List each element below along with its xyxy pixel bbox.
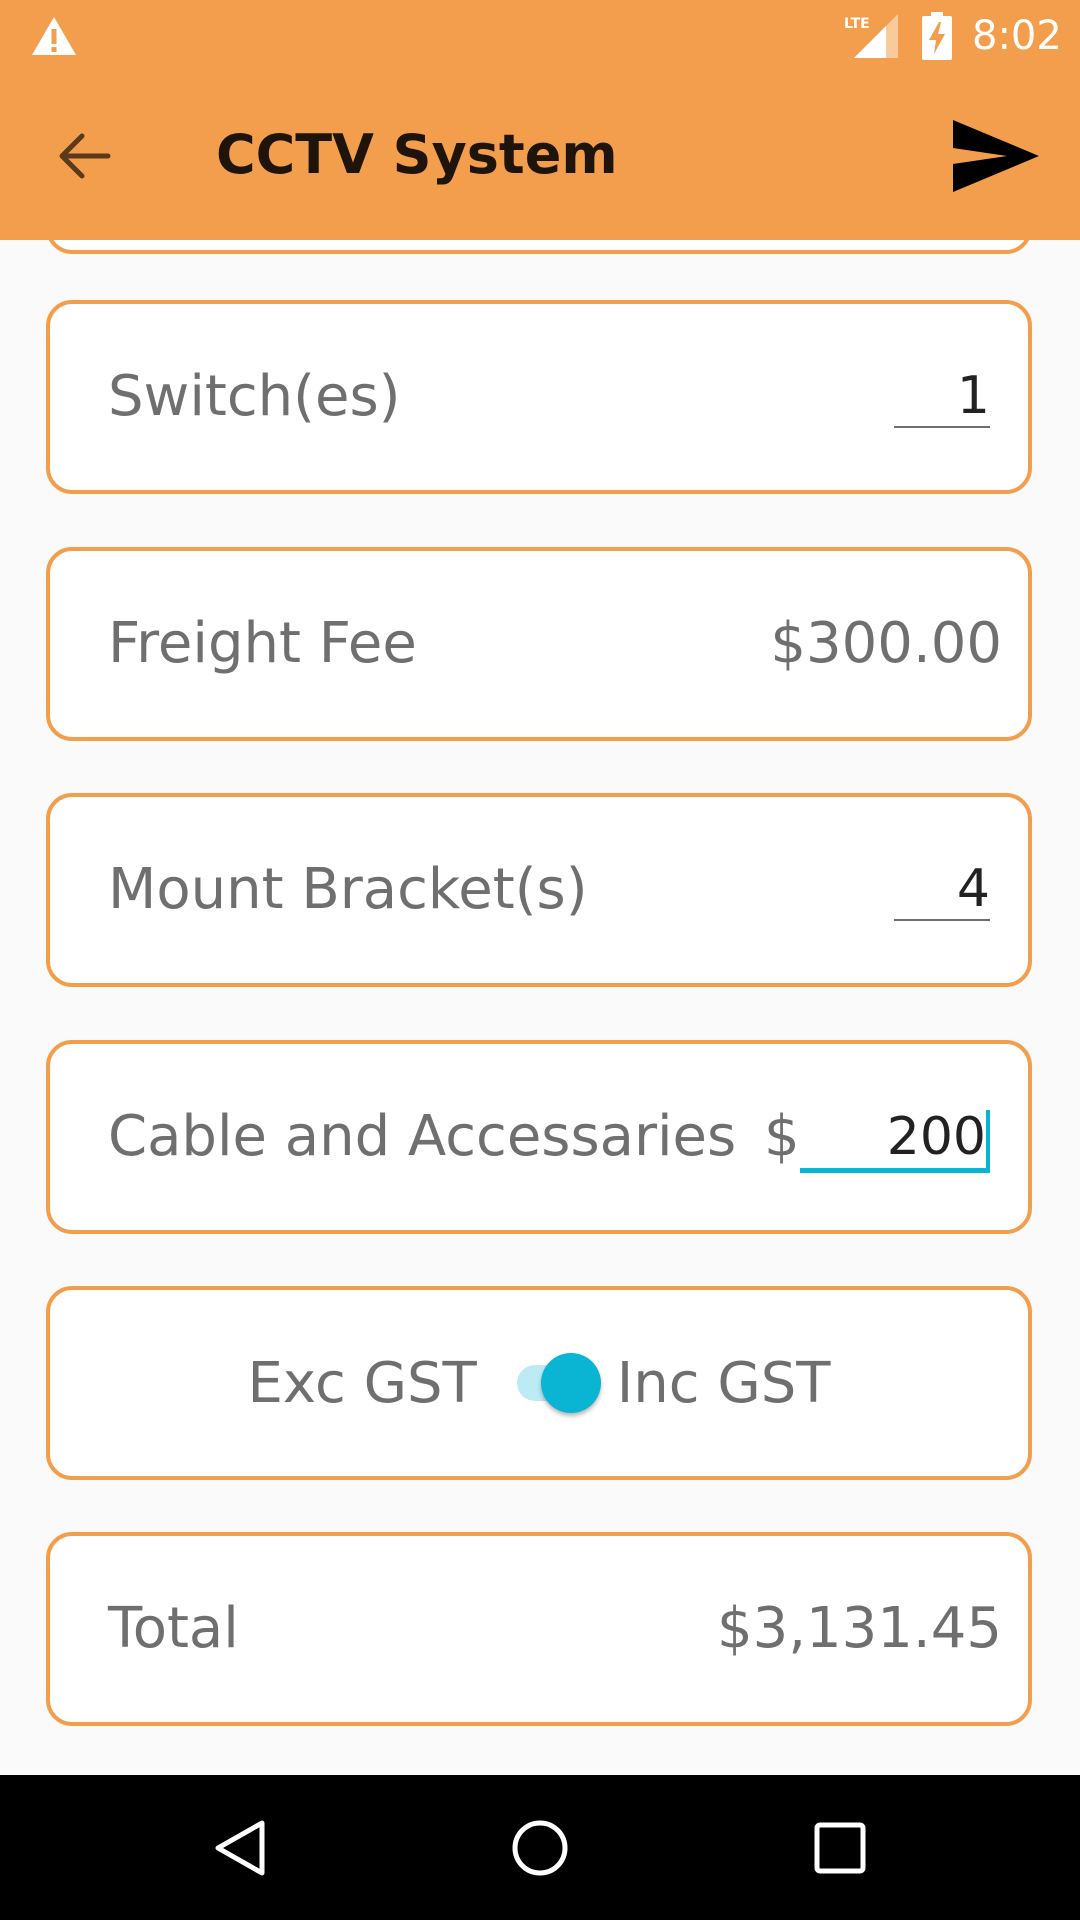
nav-home-button[interactable] — [460, 1775, 620, 1920]
gst-toggle-row: Exc GST Inc GST — [50, 1290, 1028, 1476]
freight-fee-value: $300.00 — [770, 611, 1002, 676]
cable-accessories-amount-input[interactable] — [800, 1106, 990, 1173]
navigation-bar — [0, 1775, 1080, 1920]
switches-card: Switch(es) — [46, 300, 1032, 494]
nav-recents-button[interactable] — [760, 1775, 920, 1920]
svg-text:LTE: LTE — [844, 16, 870, 32]
currency-symbol: $ — [764, 1104, 800, 1169]
mount-brackets-quantity-input[interactable] — [894, 859, 990, 921]
switch-thumb — [540, 1353, 601, 1413]
home-circle-icon — [512, 1820, 568, 1875]
arrow-back-icon — [59, 133, 111, 179]
status-bar: LTE 8:02 — [0, 0, 1080, 73]
send-icon — [953, 120, 1039, 192]
inc-gst-label: Inc GST — [616, 1350, 831, 1416]
exc-gst-label: Exc GST — [247, 1350, 477, 1416]
send-button[interactable] — [946, 113, 1046, 199]
cable-accessories-label: Cable and Accessaries — [108, 1104, 737, 1169]
nav-back-button[interactable] — [160, 1775, 320, 1920]
status-time: 8:02 — [972, 13, 1062, 59]
gst-toggle-switch[interactable] — [503, 1348, 611, 1418]
switches-label: Switch(es) — [108, 364, 401, 429]
cable-accessories-card: Cable and Accessaries $ — [46, 1040, 1032, 1234]
warning-icon — [32, 17, 76, 55]
text-cursor — [986, 1110, 990, 1170]
total-value: $3,131.45 — [716, 1596, 1002, 1661]
app-bar: CCTV System — [0, 73, 1080, 240]
page-title: CCTV System — [216, 123, 618, 186]
form-scroll-area[interactable]: Switch(es) Freight Fee $300.00 Mount Bra… — [0, 240, 1080, 1775]
freight-fee-label: Freight Fee — [108, 611, 417, 676]
back-button[interactable] — [46, 118, 122, 194]
battery-charging-icon — [922, 12, 952, 60]
gst-card: Exc GST Inc GST — [46, 1286, 1032, 1480]
lte-signal-icon: LTE — [844, 14, 898, 58]
total-card: Total $3,131.45 — [46, 1532, 1032, 1726]
freight-fee-card: Freight Fee $300.00 — [46, 547, 1032, 741]
previous-item-card — [46, 240, 1032, 254]
mount-brackets-card: Mount Bracket(s) — [46, 793, 1032, 987]
switches-quantity-input[interactable] — [894, 366, 990, 428]
back-triangle-icon — [215, 1820, 265, 1875]
total-label: Total — [108, 1596, 239, 1661]
mount-brackets-label: Mount Bracket(s) — [108, 857, 588, 922]
recents-square-icon — [814, 1822, 866, 1873]
